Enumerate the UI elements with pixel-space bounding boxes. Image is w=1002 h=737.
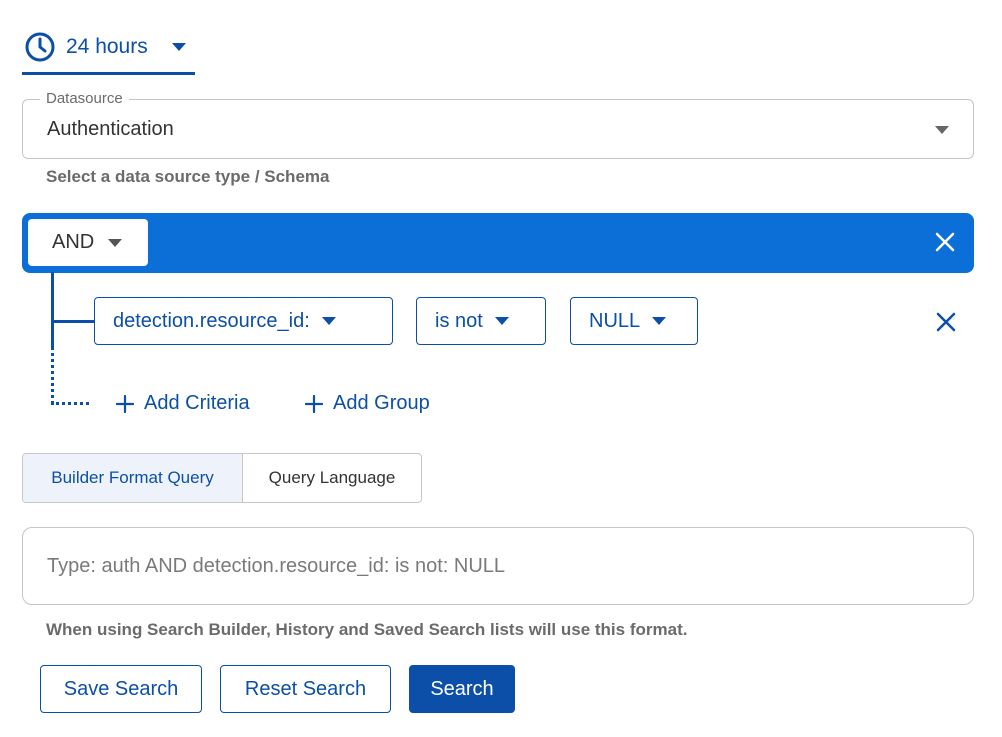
query-group-header: AND (22, 213, 974, 273)
chevron-down-icon (108, 238, 123, 247)
criteria-operator-label: is not (435, 309, 483, 332)
save-search-button[interactable]: Save Search (40, 665, 202, 713)
time-range-selector[interactable]: 24 hours (22, 22, 195, 75)
datasource-select[interactable]: Datasource Authentication (22, 90, 974, 159)
tab-builder-format-query[interactable]: Builder Format Query (23, 454, 243, 502)
criteria-field-dropdown[interactable]: detection.resource_id: (94, 297, 393, 345)
add-criteria-label: Add Criteria (144, 392, 250, 414)
criteria-value-dropdown[interactable]: NULL (570, 297, 698, 345)
group-operator-dropdown[interactable]: AND (28, 219, 148, 266)
criteria-operator-dropdown[interactable]: is not (416, 297, 546, 345)
datasource-value: Authentication (47, 118, 174, 140)
group-operator-label: AND (52, 231, 95, 253)
tab-query-language[interactable]: Query Language (243, 454, 421, 502)
criteria-field-label: detection.resource_id: (113, 309, 310, 332)
close-icon[interactable] (935, 311, 957, 333)
datasource-label: Datasource (40, 90, 129, 107)
time-range-label: 24 hours (66, 35, 148, 58)
search-builder: 24 hours Datasource Authentication Selec… (0, 0, 1002, 737)
plus-icon (116, 394, 134, 413)
add-group-label: Add Group (333, 392, 430, 414)
chevron-down-icon (935, 126, 949, 134)
tree-connector-dotted (51, 347, 54, 404)
chevron-down-icon (171, 43, 186, 51)
add-group-button[interactable]: Add Group (305, 392, 430, 415)
tree-connector-dotted (51, 402, 89, 405)
plus-icon (305, 394, 323, 413)
chevron-down-icon (321, 317, 336, 325)
tree-connector-line (51, 272, 54, 347)
reset-search-button[interactable]: Reset Search (220, 665, 391, 713)
criteria-value-label: NULL (589, 309, 641, 332)
search-button[interactable]: Search (409, 665, 515, 713)
query-helper-text: When using Search Builder, History and S… (46, 620, 688, 639)
query-format-tabs: Builder Format Query Query Language (22, 453, 422, 503)
query-input[interactable] (22, 527, 974, 605)
datasource-helper-text: Select a data source type / Schema (46, 167, 330, 186)
add-criteria-button[interactable]: Add Criteria (116, 392, 250, 415)
clock-icon (25, 32, 55, 62)
close-icon[interactable] (934, 231, 956, 253)
tree-connector-line (51, 320, 95, 323)
chevron-down-icon (494, 317, 509, 325)
chevron-down-icon (652, 317, 667, 325)
